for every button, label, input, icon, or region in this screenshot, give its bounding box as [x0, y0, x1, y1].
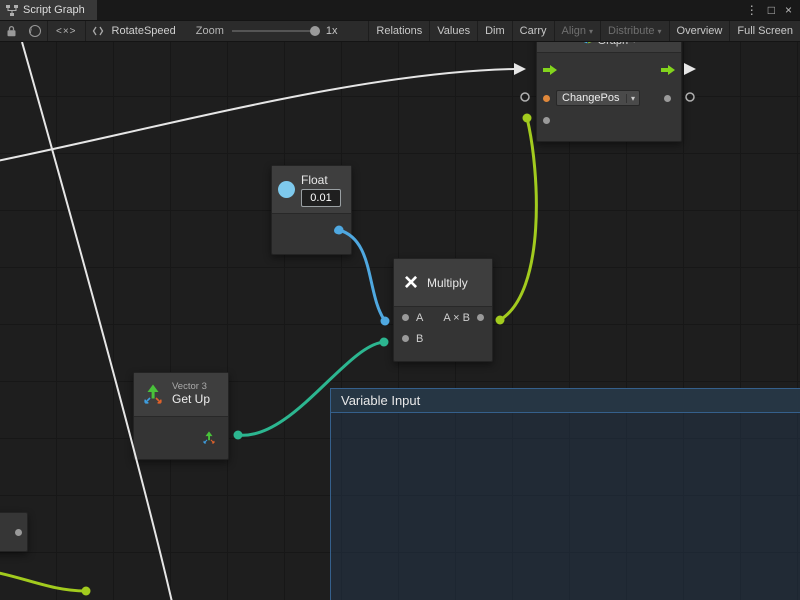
align-dropdown-button[interactable]: Align ▾: [554, 21, 600, 41]
lock-icon[interactable]: [0, 25, 23, 37]
vector3-up-icon: [142, 384, 164, 406]
menu-icon[interactable]: ⋮: [746, 3, 758, 17]
script-graph-icon: <>: [582, 42, 594, 47]
variable-port[interactable]: [543, 95, 550, 102]
float-output-port[interactable]: [334, 227, 341, 234]
graph-icon: [6, 5, 18, 16]
zoom-slider-handle[interactable]: [310, 26, 320, 36]
align-label: Align: [562, 25, 586, 37]
dim-button[interactable]: Dim: [477, 21, 512, 41]
variable-row: ChangePos ▾: [537, 87, 681, 109]
float-node-header[interactable]: Float: [272, 166, 351, 214]
fullscreen-button[interactable]: Full Screen: [729, 21, 800, 41]
float-type-icon: [278, 181, 295, 198]
port-b-label: B: [416, 333, 423, 345]
port-circle-right[interactable]: [686, 93, 694, 101]
info-icon[interactable]: i: [29, 25, 41, 37]
vector3-node-header[interactable]: Vector 3 Get Up: [134, 373, 228, 417]
distribute-dropdown-button[interactable]: Distribute ▾: [600, 21, 668, 41]
input-port-b[interactable]: [402, 335, 409, 342]
wire-endpoint: [496, 316, 505, 325]
input-port[interactable]: [543, 117, 550, 124]
chevron-down-icon: ▾: [658, 27, 662, 36]
wire-arrowhead-in: [514, 63, 526, 75]
wire-lime-bottom-left: [0, 572, 86, 591]
overview-button[interactable]: Overview: [669, 21, 730, 41]
value-connection-icon[interactable]: <×>: [48, 26, 85, 37]
vector3-node-body: [134, 417, 228, 459]
tab-title: Script Graph: [23, 4, 85, 16]
port-a-label: A: [416, 312, 423, 324]
tab-bar: Script Graph ⋮ □ ×: [0, 0, 800, 20]
variable-input-group[interactable]: Variable Input: [330, 388, 800, 600]
fragment-port[interactable]: [15, 529, 22, 536]
wire-white-diagonal: [22, 42, 172, 600]
toolbar-buttons: Relations Values Dim Carry Align ▾ Distr…: [368, 21, 800, 41]
wire-endpoint: [523, 114, 532, 123]
float-node[interactable]: Float: [271, 165, 352, 255]
graph-canvas[interactable]: Variable Input <>: [0, 42, 800, 600]
tab-script-graph[interactable]: Script Graph: [0, 0, 97, 20]
wire-endpoint: [380, 338, 389, 347]
flow-out-arrow-icon[interactable]: [661, 65, 675, 75]
multiply-icon: ×: [404, 271, 418, 295]
carry-button[interactable]: Carry: [512, 21, 554, 41]
graph-unit-header[interactable]: <> Graph ▾: [537, 42, 681, 53]
multiply-title: Multiply: [427, 276, 468, 290]
group-title: Variable Input: [341, 393, 420, 408]
chevron-down-icon: ▾: [626, 94, 639, 103]
float-node-body: [272, 214, 351, 254]
wire-arrowhead-out: [684, 63, 696, 75]
zoom-value: 1x: [320, 25, 344, 37]
wire-endpoint: [381, 317, 390, 326]
changepos-value: ChangePos: [557, 92, 626, 104]
vector3-getup-node[interactable]: Vector 3 Get Up: [133, 372, 229, 460]
values-button[interactable]: Values: [429, 21, 477, 41]
multiply-node[interactable]: × Multiply A A × B B: [393, 258, 493, 362]
variable-input-group-header[interactable]: Variable Input: [331, 389, 800, 413]
output-port[interactable]: [664, 95, 671, 102]
chevron-down-icon: ▾: [589, 27, 593, 36]
graph-asset-icon: [86, 25, 110, 37]
port-result-label: A × B: [443, 312, 470, 324]
script-graph-window: Script Graph ⋮ □ × i <×> RotateSpeed Zoo…: [0, 0, 800, 600]
zoom-slider-track: [232, 30, 320, 32]
zoom-slider[interactable]: [232, 25, 320, 37]
distribute-label: Distribute: [608, 25, 654, 37]
window-controls: ⋮ □ ×: [746, 0, 800, 20]
vector3-output-port-icon[interactable]: [202, 431, 216, 445]
wire-white-top: [0, 69, 514, 162]
port-row-b: B: [394, 328, 492, 349]
relations-button[interactable]: Relations: [368, 21, 429, 41]
changepos-dropdown[interactable]: ChangePos ▾: [556, 90, 640, 106]
wire-multiply-to-changepos: [500, 118, 536, 320]
input-row: [537, 109, 681, 131]
float-value-input[interactable]: [301, 189, 341, 207]
maximize-icon[interactable]: □: [768, 3, 775, 17]
graph-unit-title: Graph: [598, 42, 629, 47]
port-circle-left[interactable]: [521, 93, 529, 101]
wire-endpoint: [234, 431, 243, 440]
multiply-node-header[interactable]: × Multiply: [394, 259, 492, 307]
graph-name-label: RotateSpeed: [110, 25, 190, 37]
clipped-node-fragment[interactable]: [0, 512, 28, 552]
graph-toolbar: i <×> RotateSpeed Zoom 1x Relations Valu…: [0, 20, 800, 42]
chevron-down-icon: ▾: [632, 42, 636, 45]
float-title: Float: [301, 173, 341, 187]
zoom-label: Zoom: [190, 25, 232, 37]
output-port-result[interactable]: [477, 314, 484, 321]
graph-unit-node[interactable]: <> Graph ▾ ChangePos ▾: [536, 42, 682, 142]
wire-endpoint: [82, 587, 91, 596]
close-icon[interactable]: ×: [785, 3, 792, 17]
getup-title: Get Up: [172, 393, 210, 407]
control-flow-row: [537, 53, 681, 87]
port-row-a: A A × B: [394, 307, 492, 328]
input-port-a[interactable]: [402, 314, 409, 321]
flow-in-arrow-icon[interactable]: [543, 65, 557, 75]
